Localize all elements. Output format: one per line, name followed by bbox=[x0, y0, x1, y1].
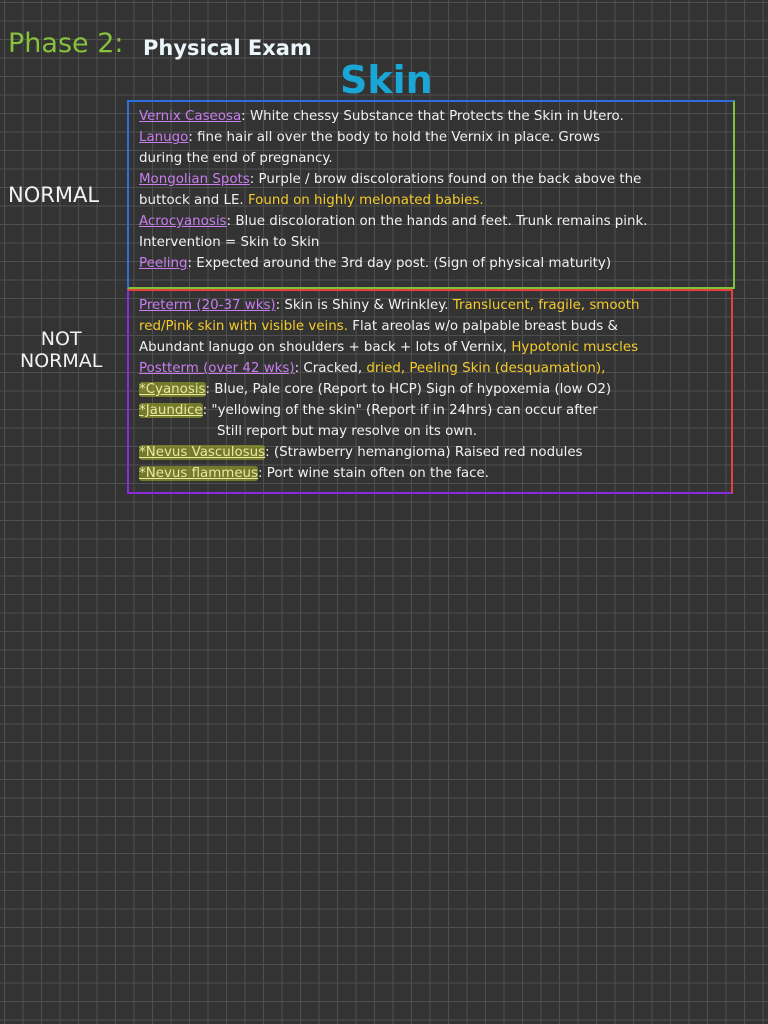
note-term: Preterm (20-37 wks) bbox=[139, 298, 276, 313]
note-line: Vernix Caseosa: White chessy Substance t… bbox=[139, 106, 727, 127]
note-text: : Cracked, bbox=[294, 361, 367, 376]
note-text: : "yellowing of the skin" (Report if in … bbox=[202, 403, 598, 418]
note-line: Abundant lanugo on shoulders + back + lo… bbox=[139, 337, 725, 358]
note-term: Acrocyanosis bbox=[139, 214, 227, 229]
note-term: *Jaundice bbox=[139, 403, 203, 418]
note-text: Found on highly melonated babies. bbox=[247, 193, 484, 208]
normal-findings-box: Vernix Caseosa: White chessy Substance t… bbox=[127, 100, 735, 289]
note-text: : Blue, Pale core (Report to HCP) Sign o… bbox=[205, 382, 612, 397]
note-line: Peeling: Expected around the 3rd day pos… bbox=[139, 253, 727, 274]
note-text: Hypotonic muscles bbox=[511, 340, 639, 355]
note-text: red/Pink skin with visible veins. bbox=[139, 319, 348, 334]
note-line: *Cyanosis: Blue, Pale core (Report to HC… bbox=[139, 379, 725, 400]
note-line: *Jaundice: "yellowing of the skin" (Repo… bbox=[139, 400, 725, 421]
note-term: *Nevus flammeus bbox=[139, 466, 259, 481]
note-line: *Nevus flammeus: Port wine stain often o… bbox=[139, 463, 725, 484]
note-text: : Port wine stain often on the face. bbox=[258, 466, 489, 481]
topic-heading: Skin bbox=[340, 58, 433, 102]
note-text: Abundant lanugo on shoulders + back + lo… bbox=[139, 340, 512, 355]
note-line: Intervention = Skin to Skin bbox=[139, 232, 727, 253]
note-term: Mongolian Spots bbox=[139, 172, 250, 187]
not-normal-label-line1: NOT bbox=[40, 328, 82, 350]
note-term: Postterm (over 42 wks) bbox=[139, 361, 295, 376]
note-text: during the end of pregnancy. bbox=[139, 151, 333, 166]
note-text: : Expected around the 3rd day post. (Sig… bbox=[187, 256, 612, 271]
note-text: dried, Peeling Skin (desquamation), bbox=[366, 361, 606, 376]
note-text: buttock and LE. bbox=[139, 193, 248, 208]
note-term: Peeling bbox=[139, 256, 188, 271]
note-text: Flat areolas w/o palpable breast buds & bbox=[347, 319, 618, 334]
note-line: Still report but may resolve on its own. bbox=[139, 421, 725, 442]
note-text: : Skin is Shiny & Wrinkley. bbox=[275, 298, 453, 313]
note-line: Mongolian Spots: Purple / brow discolora… bbox=[139, 169, 727, 190]
note-line: red/Pink skin with visible veins. Flat a… bbox=[139, 316, 725, 337]
not-normal-label-line2: NORMAL bbox=[20, 350, 103, 372]
note-line: Preterm (20-37 wks): Skin is Shiny & Wri… bbox=[139, 295, 725, 316]
note-line: during the end of pregnancy. bbox=[139, 148, 727, 169]
note-line: Postterm (over 42 wks): Cracked, dried, … bbox=[139, 358, 725, 379]
note-line: *Nevus Vasculosus: (Strawberry hemangiom… bbox=[139, 442, 725, 463]
note-text: Intervention = Skin to Skin bbox=[139, 235, 320, 250]
note-text: : Purple / brow discolorations found on … bbox=[249, 172, 642, 187]
normal-findings-list: Vernix Caseosa: White chessy Substance t… bbox=[139, 106, 727, 274]
abnormal-findings-box: Preterm (20-37 wks): Skin is Shiny & Wri… bbox=[127, 289, 733, 494]
page-title: Physical Exam bbox=[143, 36, 312, 60]
note-text: Translucent, fragile, smooth bbox=[452, 298, 640, 313]
note-line: Lanugo: fine hair all over the body to h… bbox=[139, 127, 727, 148]
note-text: Still report but may resolve on its own. bbox=[217, 424, 478, 439]
normal-label: NORMAL bbox=[8, 183, 100, 207]
phase-heading: Phase 2: bbox=[8, 28, 124, 59]
note-term: Vernix Caseosa bbox=[139, 109, 242, 124]
note-line: buttock and LE. Found on highly melonate… bbox=[139, 190, 727, 211]
note-term: Lanugo bbox=[139, 130, 189, 145]
note-text: : fine hair all over the body to hold th… bbox=[188, 130, 601, 145]
note-term: *Nevus Vasculosus bbox=[139, 445, 266, 460]
note-term: *Cyanosis bbox=[139, 382, 206, 397]
note-text: : Blue discoloration on the hands and fe… bbox=[226, 214, 648, 229]
note-text: : (Strawberry hemangioma) Raised red nod… bbox=[265, 445, 583, 460]
not-normal-label: NOT NORMAL bbox=[20, 328, 102, 372]
note-text: : White chessy Substance that Protects t… bbox=[241, 109, 624, 124]
abnormal-findings-list: Preterm (20-37 wks): Skin is Shiny & Wri… bbox=[139, 295, 725, 484]
note-line: Acrocyanosis: Blue discoloration on the … bbox=[139, 211, 727, 232]
